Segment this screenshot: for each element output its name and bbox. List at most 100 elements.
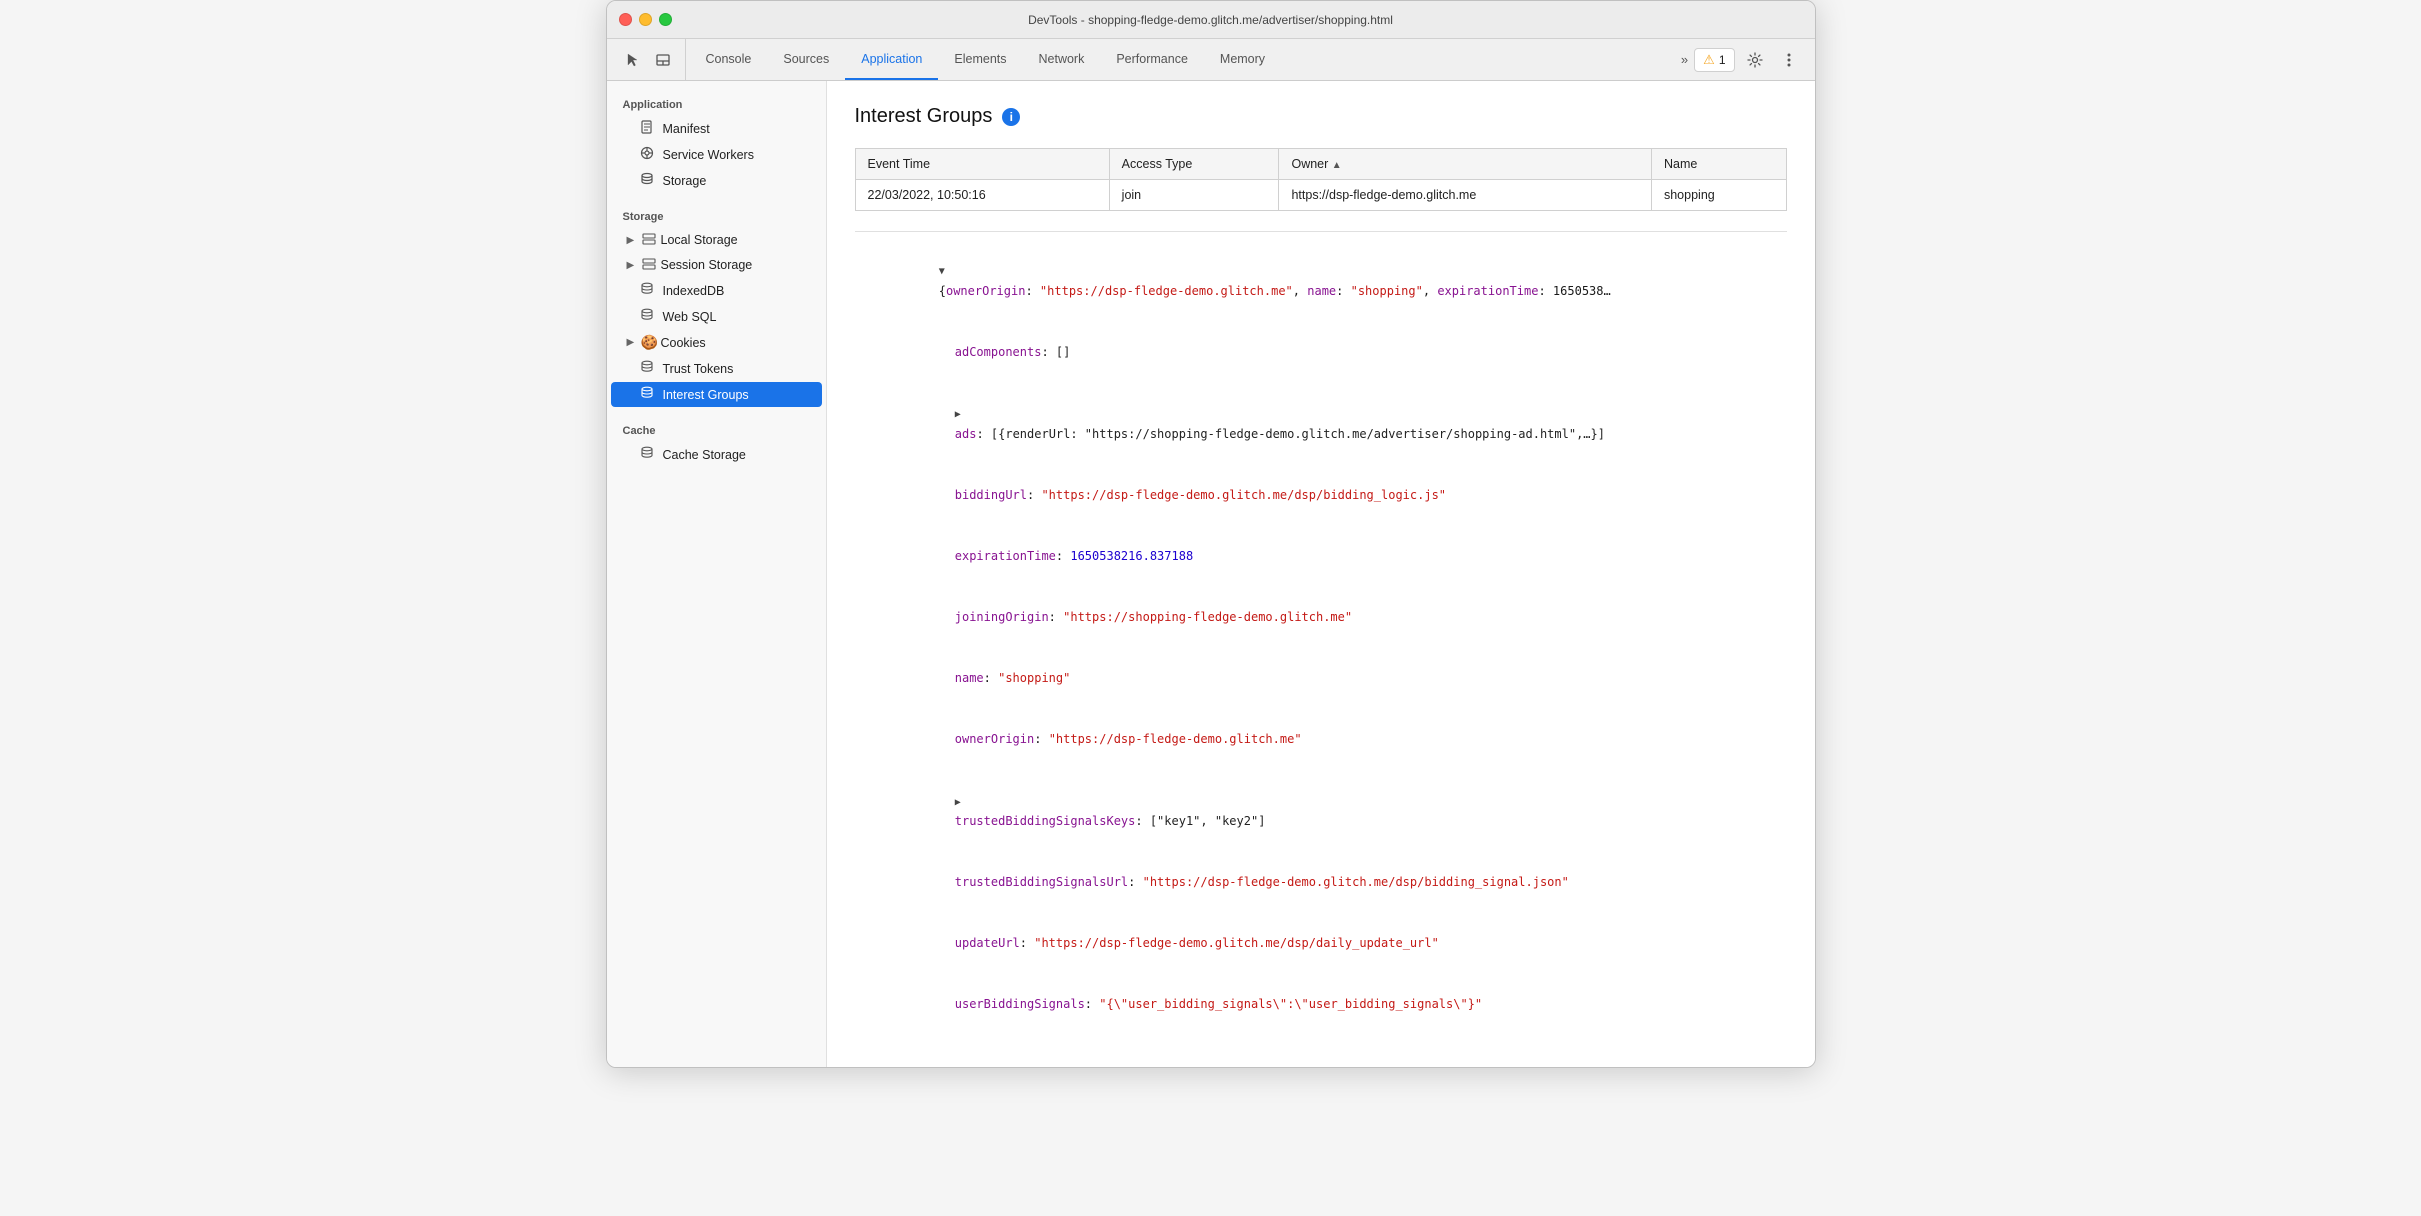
tab-performance[interactable]: Performance (1100, 39, 1204, 80)
json-owner-origin: ownerOrigin: "https://dsp-fledge-demo.gl… (855, 709, 1787, 770)
cookies-arrow: ▶ (627, 337, 637, 348)
local-storage-label: Local Storage (661, 233, 738, 247)
col-access-type[interactable]: Access Type (1109, 149, 1279, 180)
tab-console[interactable]: Console (690, 39, 768, 80)
json-root-arrow[interactable]: ▼ (939, 266, 945, 277)
cookies-icon: 🍪 (641, 334, 657, 351)
local-storage-arrow: ▶ (627, 235, 637, 246)
tab-application[interactable]: Application (845, 39, 938, 80)
sidebar-item-indexeddb[interactable]: IndexedDB (611, 278, 822, 303)
cache-storage-label: Cache Storage (663, 448, 746, 462)
json-trusted-keys[interactable]: ▶ trustedBiddingSignalsKeys: ["key1", "k… (855, 770, 1787, 852)
page-title-row: Interest Groups i (855, 105, 1787, 128)
sidebar-item-cookies[interactable]: ▶ 🍪 Cookies (611, 330, 822, 355)
warning-badge[interactable]: ⚠ 1 (1694, 48, 1734, 72)
more-tabs-button[interactable]: » (1681, 52, 1688, 67)
json-ads-arrow[interactable]: ▶ (955, 409, 961, 420)
toolbar: ConsoleSourcesApplicationElementsNetwork… (607, 39, 1815, 81)
storage-icon (639, 172, 655, 189)
sort-arrow-owner: ▲ (1332, 160, 1342, 171)
cell-access-type: join (1109, 180, 1279, 211)
table-header-row: Event Time Access Type Owner ▲ Name (855, 149, 1786, 180)
sidebar-item-web-sql[interactable]: Web SQL (611, 304, 822, 329)
json-root-line[interactable]: ▼ {ownerOrigin: "https://dsp-fledge-demo… (855, 240, 1787, 322)
session-storage-arrow: ▶ (627, 260, 637, 271)
more-options-button[interactable] (1775, 46, 1803, 74)
tab-sources[interactable]: Sources (767, 39, 845, 80)
session-storage-label: Session Storage (661, 258, 753, 272)
indexeddb-label: IndexedDB (663, 284, 725, 298)
toolbar-right: » ⚠ 1 (1673, 39, 1811, 80)
interest-groups-icon (639, 386, 655, 403)
indexeddb-icon (639, 282, 655, 299)
sidebar-item-cache-storage[interactable]: Cache Storage (611, 442, 822, 467)
sidebar-item-trust-tokens[interactable]: Trust Tokens (611, 356, 822, 381)
json-name: name: "shopping" (855, 648, 1787, 709)
cell-event-time: 22/03/2022, 10:50:16 (855, 180, 1109, 211)
warning-icon: ⚠ (1703, 52, 1715, 68)
cell-owner: https://dsp-fledge-demo.glitch.me (1279, 180, 1652, 211)
cache-storage-icon (639, 446, 655, 463)
session-storage-icon (641, 257, 657, 273)
storage-label: Storage (663, 174, 707, 188)
cell-name: shopping (1651, 180, 1786, 211)
web-sql-label: Web SQL (663, 310, 717, 324)
devtools-window: DevTools - shopping-fledge-demo.glitch.m… (606, 0, 1816, 1068)
interest-groups-table: Event Time Access Type Owner ▲ Name (855, 148, 1787, 211)
sidebar-item-interest-groups[interactable]: Interest Groups (611, 382, 822, 407)
tab-network[interactable]: Network (1023, 39, 1101, 80)
app-section-label: Application (607, 89, 826, 115)
sidebar-item-local-storage[interactable]: ▶ Local Storage (611, 228, 822, 252)
dock-icon-button[interactable] (649, 46, 677, 74)
table-row[interactable]: 22/03/2022, 10:50:16joinhttps://dsp-fled… (855, 180, 1786, 211)
web-sql-icon (639, 308, 655, 325)
json-joining-origin: joiningOrigin: "https://shopping-fledge-… (855, 587, 1787, 648)
service-workers-label: Service Workers (663, 148, 754, 162)
trust-tokens-icon (639, 360, 655, 377)
table-body: 22/03/2022, 10:50:16joinhttps://dsp-fled… (855, 180, 1786, 211)
sidebar-item-manifest[interactable]: Manifest (611, 116, 822, 141)
json-update-url: updateUrl: "https://dsp-fledge-demo.glit… (855, 913, 1787, 974)
col-event-time[interactable]: Event Time (855, 149, 1109, 180)
json-trusted-keys-arrow[interactable]: ▶ (955, 797, 961, 808)
sidebar-item-session-storage[interactable]: ▶ Session Storage (611, 253, 822, 277)
manifest-icon (639, 120, 655, 137)
cookies-label: Cookies (661, 336, 706, 350)
sidebar-item-service-workers[interactable]: Service Workers (611, 142, 822, 167)
tab-elements[interactable]: Elements (938, 39, 1022, 80)
trust-tokens-label: Trust Tokens (663, 362, 734, 376)
json-user-bidding: userBiddingSignals: "{\"user_bidding_sig… (855, 974, 1787, 1035)
close-button[interactable] (619, 13, 632, 26)
col-name[interactable]: Name (1651, 149, 1786, 180)
maximize-button[interactable] (659, 13, 672, 26)
toolbar-icon-group (611, 39, 686, 80)
json-trusted-url: trustedBiddingSignalsUrl: "https://dsp-f… (855, 852, 1787, 913)
main-layout: Application Manifest (607, 81, 1815, 1067)
json-ads[interactable]: ▶ ads: [{renderUrl: "https://shopping-fl… (855, 383, 1787, 465)
tab-memory[interactable]: Memory (1204, 39, 1281, 80)
sidebar: Application Manifest (607, 81, 827, 1067)
storage-section-label: Storage (607, 201, 826, 227)
json-viewer: ▼ {ownerOrigin: "https://dsp-fledge-demo… (855, 231, 1787, 1043)
local-storage-icon (641, 232, 657, 248)
manifest-label: Manifest (663, 122, 710, 136)
interest-groups-label: Interest Groups (663, 388, 749, 402)
cache-section-label: Cache (607, 415, 826, 441)
col-owner[interactable]: Owner ▲ (1279, 149, 1652, 180)
window-title: DevTools - shopping-fledge-demo.glitch.m… (1028, 13, 1393, 27)
json-expiration-time: expirationTime: 1650538216.837188 (855, 525, 1787, 586)
json-bidding-url: biddingUrl: "https://dsp-fledge-demo.gli… (855, 464, 1787, 525)
sidebar-item-storage[interactable]: Storage (611, 168, 822, 193)
warning-count: 1 (1719, 53, 1726, 67)
traffic-lights (619, 13, 672, 26)
info-icon[interactable]: i (1002, 108, 1020, 126)
cursor-icon-button[interactable] (619, 46, 647, 74)
page-title: Interest Groups (855, 105, 993, 128)
minimize-button[interactable] (639, 13, 652, 26)
title-bar: DevTools - shopping-fledge-demo.glitch.m… (607, 1, 1815, 39)
tab-list: ConsoleSourcesApplicationElementsNetwork… (690, 39, 1282, 80)
json-ad-components: adComponents: [] (855, 322, 1787, 383)
settings-button[interactable] (1741, 46, 1769, 74)
service-workers-icon (639, 146, 655, 163)
content-area: Interest Groups i Event Time Access Type… (827, 81, 1815, 1067)
